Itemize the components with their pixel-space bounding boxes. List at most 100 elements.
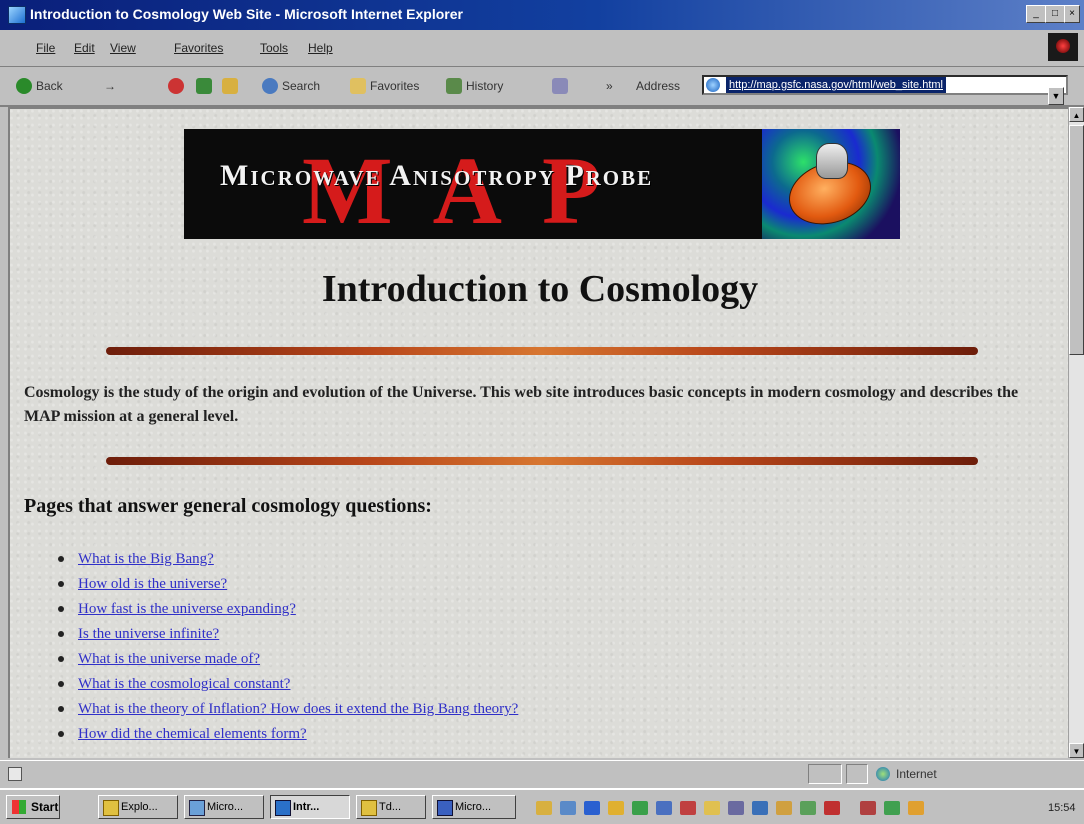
bullet [58,605,64,612]
home-icon[interactable] [222,78,238,94]
bullet [58,730,64,737]
list-item: What is the Big Bang? [58,547,518,572]
quicklaunch-icon[interactable] [752,801,768,815]
menu-edit[interactable]: Edit [74,41,95,55]
refresh-icon[interactable] [196,78,212,94]
taskbar-button-intro[interactable]: Intr... [270,795,350,819]
stop-icon[interactable] [168,78,184,94]
list-item: What is the universe made of? [58,647,518,672]
status-pane [808,764,842,784]
question-link[interactable]: What is the universe made of? [78,651,260,667]
folder-icon [361,800,377,816]
quicklaunch-icon[interactable] [824,801,840,815]
security-zone-label: Internet [896,767,937,781]
question-link[interactable]: How fast is the universe expanding? [78,601,296,617]
quicklaunch-icon[interactable] [536,801,552,815]
quicklaunch-icon[interactable] [560,801,576,815]
vertical-scrollbar[interactable]: ▲ ▼ [1068,107,1084,758]
bullet [58,680,64,687]
scroll-thumb[interactable] [1069,125,1084,355]
divider-rule [106,457,978,465]
history-icon [446,78,462,94]
mail-icon[interactable] [552,78,568,94]
menu-file[interactable]: File [36,41,55,55]
tray-icon[interactable] [908,801,924,815]
bullet [58,705,64,712]
toolbar-overflow-chevron[interactable]: » [606,79,613,93]
minimize-button[interactable]: _ [1026,5,1046,23]
start-button[interactable]: Start [6,795,60,819]
menu-favorites[interactable]: Favorites [174,41,223,55]
scroll-up-icon[interactable]: ▲ [1069,107,1084,122]
taskbar: Start Explo... Micro... Intr... Td... Mi… [0,788,1084,824]
favorites-button[interactable]: Favorites [370,79,419,93]
quicklaunch-icon[interactable] [728,801,744,815]
taskbar-button-td[interactable]: Td... [356,795,426,819]
status-pane [846,764,868,784]
list-item: How fast is the universe expanding? [58,597,518,622]
taskbar-button-label: Micro... [455,801,492,813]
quicklaunch-icon[interactable] [632,801,648,815]
question-link[interactable]: Is the universe infinite? [78,626,219,642]
satellite-art [762,129,900,239]
quicklaunch-icon[interactable] [584,801,600,815]
internet-zone-icon [876,767,890,781]
scroll-down-icon[interactable]: ▼ [1069,743,1084,758]
bullet [58,580,64,587]
menu-tools[interactable]: Tools [260,41,288,55]
question-link[interactable]: What is the Big Bang? [78,551,214,567]
quicklaunch-icon[interactable] [608,801,624,815]
section-heading: Pages that answer general cosmology ques… [24,495,432,517]
quicklaunch-icon[interactable] [776,801,792,815]
question-link[interactable]: What is the theory of Inflation? How doe… [78,701,518,717]
question-link[interactable]: What is the cosmological constant? [78,676,290,692]
bullet [58,655,64,662]
close-button[interactable]: × [1064,5,1080,23]
menu-help[interactable]: Help [308,41,333,55]
question-link[interactable]: How did the chemical elements form? [78,726,307,742]
address-url[interactable]: http://map.gsfc.nasa.gov/html/web_site.h… [726,77,946,93]
quicklaunch-icon[interactable] [800,801,816,815]
list-item: How old is the universe? [58,572,518,597]
app-icon [189,800,205,816]
tray-icon[interactable] [884,801,900,815]
map-banner-image: MAP Microwave Anisotropy Probe [184,129,900,239]
standard-toolbar: Back → Search Favorites History » Addres… [0,67,1084,107]
taskbar-button-label: Intr... [293,801,320,813]
taskbar-button-explorer[interactable]: Explo... [98,795,178,819]
address-dropdown-icon[interactable]: ▼ [1048,87,1064,105]
taskbar-button-label: Td... [379,801,402,813]
list-item: Is the universe infinite? [58,622,518,647]
maximize-button[interactable]: □ [1045,5,1065,23]
question-list: What is the Big Bang? How old is the uni… [58,547,518,747]
banner-subtitle: Microwave Anisotropy Probe [220,159,654,192]
start-label: Start [31,800,59,814]
quicklaunch-icon[interactable] [704,801,720,815]
list-item: What is the cosmological constant? [58,672,518,697]
address-bar[interactable]: http://map.gsfc.nasa.gov/html/web_site.h… [702,75,1068,105]
windows-flag-icon [12,800,26,814]
quicklaunch-icon[interactable] [656,801,672,815]
search-button[interactable]: Search [282,79,320,93]
taskbar-button-micro[interactable]: Micro... [184,795,264,819]
forward-button[interactable]: → [104,79,116,93]
list-item: How did the chemical elements form? [58,722,518,747]
taskbar-button-micro-2[interactable]: Micro... [432,795,516,819]
search-icon [262,78,278,94]
menu-view[interactable]: View [110,41,136,55]
browser-window: Introduction to Cosmology Web Site - Mic… [0,0,1084,824]
address-label: Address [636,79,681,93]
question-link[interactable]: How old is the universe? [78,576,227,592]
list-item: What is the theory of Inflation? How doe… [58,697,518,722]
window-title: Introduction to Cosmology Web Site - Mic… [30,6,463,22]
taskbar-button-label: Explo... [121,801,158,813]
history-button[interactable]: History [466,79,503,93]
back-button[interactable]: Back [36,79,63,93]
tray-icon[interactable] [860,801,876,815]
page-ie-icon [706,78,720,92]
menu-bar: File Edit View Favorites Tools Help [0,30,1084,67]
system-clock: 15:54 [1048,802,1076,814]
quicklaunch-icon[interactable] [680,801,696,815]
bullet [58,555,64,562]
app-icon [437,800,453,816]
